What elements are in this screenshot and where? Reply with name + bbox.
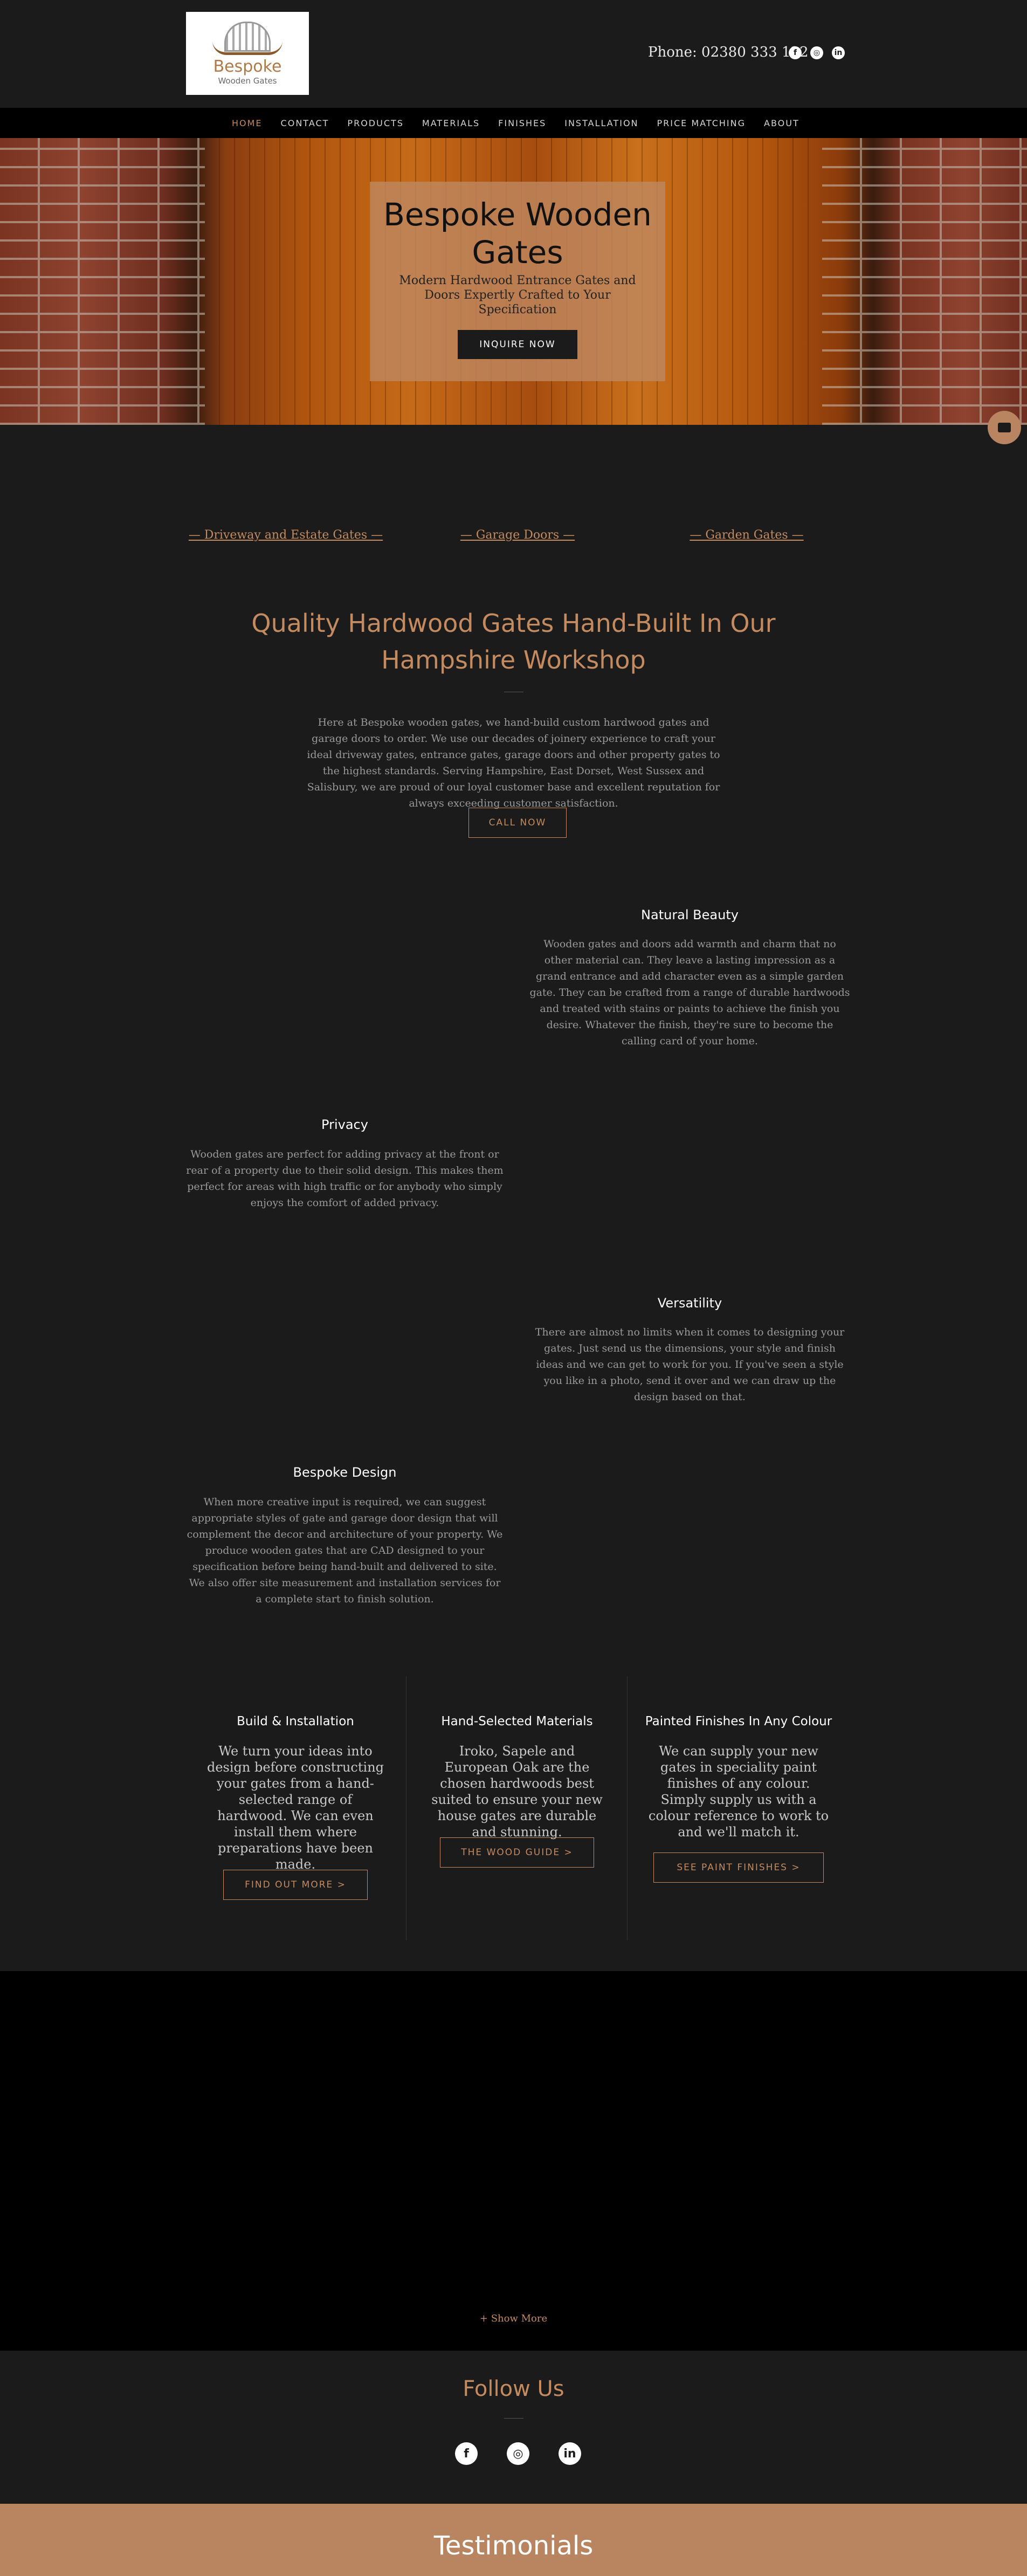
linkedin-icon[interactable]: in (559, 2442, 581, 2465)
feature-bespoke-design-text: When more creative input is required, we… (187, 1496, 503, 1605)
wood-guide-button[interactable]: THE WOOD GUIDE > (440, 1837, 594, 1868)
gate-logo-icon (212, 21, 282, 55)
nav-about[interactable]: ABOUT (764, 118, 799, 128)
feature-bespoke-design-title: Bespoke Design (293, 1465, 397, 1480)
nav-materials[interactable]: MATERIALS (422, 118, 480, 128)
materials-title: Hand-Selected Materials (441, 1714, 593, 1728)
phone-number[interactable]: Phone: 02380 333 122 (648, 44, 809, 60)
testimonials-title: Testimonials (433, 2531, 594, 2561)
feature-privacy-title: Privacy (321, 1117, 368, 1132)
painted-finishes-title: Painted Finishes In Any Colour (645, 1714, 832, 1728)
call-now-button[interactable]: CALL NOW (468, 808, 567, 838)
nav-products[interactable]: PRODUCTS (347, 118, 404, 128)
feature-natural-beauty-text: Wooden gates and doors add warmth and ch… (529, 938, 850, 1047)
feature-natural-beauty-title: Natural Beauty (641, 907, 739, 922)
nav-contact[interactable]: CONTACT (281, 118, 329, 128)
find-out-more-button[interactable]: FIND OUT MORE > (223, 1870, 368, 1900)
build-installation-text: We turn your ideas into design before co… (206, 1744, 384, 1872)
category-garage-doors[interactable]: — Garage Doors — (415, 528, 620, 542)
hero-panel: Bespoke Wooden Gates Modern Hardwood Ent… (370, 182, 665, 381)
nav-home[interactable]: HOME (232, 118, 263, 128)
logo-name: Bespoke (213, 57, 282, 76)
category-driveway-gates[interactable]: — Driveway and Estate Gates — (183, 528, 388, 542)
inquire-now-button[interactable]: INQUIRE NOW (458, 330, 577, 359)
facebook-icon[interactable]: f (455, 2442, 478, 2465)
gallery-section (0, 1971, 1027, 2351)
feature-versatility-title: Versatility (657, 1296, 722, 1311)
feature-privacy-text: Wooden gates are perfect for adding priv… (186, 1148, 504, 1209)
chat-button[interactable] (988, 411, 1021, 444)
linkedin-icon[interactable]: in (832, 46, 845, 59)
facebook-icon[interactable]: f (789, 46, 802, 59)
follow-title: Follow Us (463, 2377, 564, 2401)
site-logo[interactable]: Bespoke Wooden Gates (186, 12, 309, 95)
nav-installation[interactable]: INSTALLATION (564, 118, 638, 128)
main-nav: HOME CONTACT PRODUCTS MATERIALS FINISHES… (0, 108, 1027, 138)
painted-finishes-text: We can supply your new gates in speciali… (648, 1744, 829, 1840)
nav-price-matching[interactable]: PRICE MATCHING (657, 118, 746, 128)
category-garden-gates[interactable]: — Garden Gates — (644, 528, 849, 542)
hero-subtitle: Modern Hardwood Entrance Gates and Doors… (399, 274, 636, 316)
instagram-icon[interactable]: ◎ (810, 46, 823, 59)
site-header (0, 0, 1027, 108)
follow-section (0, 2351, 1027, 2504)
materials-text: Iroko, Sapele and European Oak are the c… (431, 1744, 603, 1840)
nav-finishes[interactable]: FINISHES (498, 118, 546, 128)
chat-icon (998, 423, 1011, 432)
logo-tagline: Wooden Gates (218, 75, 277, 86)
follow-social-links: f ◎ in (455, 2442, 581, 2465)
feature-versatility-text: There are almost no limits when it comes… (535, 1326, 845, 1403)
hero-title: Bespoke Wooden Gates (383, 196, 652, 271)
build-installation-title: Build & Installation (237, 1714, 354, 1728)
show-more-link[interactable]: + Show More (0, 2313, 1027, 2324)
divider (504, 2418, 523, 2419)
header-social-links: f ◎ in (789, 46, 845, 59)
intro-title: Quality Hardwood Gates Hand-Built In Our… (251, 609, 776, 674)
column-divider (627, 1676, 628, 1940)
see-paint-finishes-button[interactable]: SEE PAINT FINISHES > (653, 1852, 824, 1883)
intro-text: Here at Bespoke wooden gates, we hand-bu… (307, 717, 720, 809)
instagram-icon[interactable]: ◎ (507, 2442, 529, 2465)
